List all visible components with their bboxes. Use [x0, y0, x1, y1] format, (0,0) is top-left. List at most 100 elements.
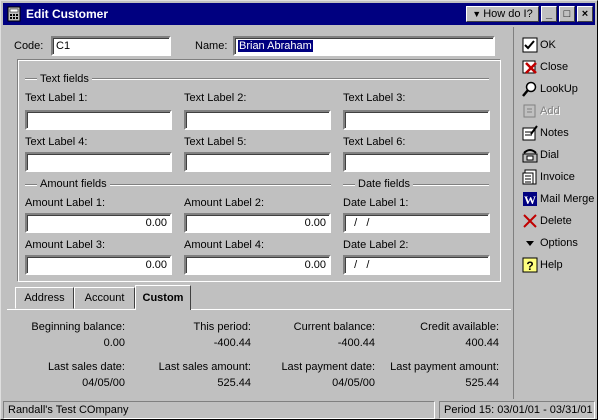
- last-payment-date-value: 04/05/00: [332, 377, 375, 389]
- name-field[interactable]: Brian Abraham: [233, 36, 495, 56]
- checkmark-icon: [522, 37, 538, 53]
- name-value: Brian Abraham: [238, 40, 313, 52]
- options-label: Options: [540, 237, 578, 249]
- notes-button[interactable]: Notes: [522, 123, 569, 143]
- triangle-down-icon: [526, 241, 534, 246]
- date-field-2[interactable]: / /: [343, 255, 490, 275]
- window-title: Edit Customer: [26, 7, 109, 21]
- last-sales-date-value: 04/05/00: [82, 377, 125, 389]
- date-fields-heading: Date fields: [355, 178, 413, 190]
- amount-field-2[interactable]: 0.00: [184, 213, 331, 233]
- code-label: Code:: [14, 40, 44, 52]
- text-fields-separator: [25, 78, 489, 80]
- add-icon: [523, 104, 536, 118]
- invoice-button[interactable]: Invoice: [522, 167, 575, 187]
- minimize-button[interactable]: _: [541, 6, 557, 22]
- tab-account[interactable]: Account: [74, 287, 135, 309]
- amount-label-1: Amount Label 1:: [25, 197, 106, 209]
- beginning-balance-value: 0.00: [103, 337, 125, 349]
- text-label-4: Text Label 4:: [25, 136, 88, 148]
- last-sales-amount-value: 525.44: [217, 377, 251, 389]
- amount-fields-heading: Amount fields: [37, 178, 110, 190]
- credit-available-value: 400.44: [465, 337, 499, 349]
- tab-custom[interactable]: Custom: [135, 285, 191, 310]
- notes-icon: [522, 125, 538, 141]
- text-label-2: Text Label 2:: [184, 92, 247, 104]
- code-field[interactable]: C1: [51, 36, 171, 56]
- text-fields-heading: Text fields: [37, 73, 92, 85]
- how-do-i-button[interactable]: ▼ How do I?: [466, 6, 539, 22]
- maximize-button[interactable]: □: [559, 6, 575, 22]
- notes-label: Notes: [540, 127, 569, 139]
- amount-label-2: Amount Label 2:: [184, 197, 265, 209]
- invoice-icon: [522, 169, 537, 185]
- help-icon: ?: [522, 257, 538, 273]
- lookup-button[interactable]: LookUp: [522, 79, 578, 99]
- title-bar: Edit Customer ▼ How do I? _ □ ×: [3, 3, 595, 25]
- lookup-label: LookUp: [540, 83, 578, 95]
- text-field-3[interactable]: [343, 110, 490, 130]
- last-payment-date-label: Last payment date:: [281, 361, 375, 373]
- amount-field-1[interactable]: 0.00: [25, 213, 172, 233]
- close-window-button[interactable]: ×: [577, 6, 593, 22]
- beginning-balance-label: Beginning balance:: [31, 321, 125, 333]
- last-payment-amount-label: Last payment amount:: [390, 361, 499, 373]
- delete-button[interactable]: Delete: [522, 211, 572, 231]
- text-label-1: Text Label 1:: [25, 92, 88, 104]
- this-period-value: -400.44: [213, 337, 251, 349]
- close-button[interactable]: Close: [522, 57, 568, 77]
- text-field-1[interactable]: [25, 110, 172, 130]
- svg-text:W: W: [524, 193, 536, 207]
- ok-label: OK: [540, 39, 556, 51]
- text-field-5[interactable]: [184, 152, 331, 172]
- dial-button[interactable]: Dial: [522, 145, 559, 165]
- command-panel: OK Close LookUp Add Notes Dial Invoice W: [513, 27, 597, 399]
- options-button[interactable]: Options: [522, 233, 578, 253]
- app-icon: [7, 6, 21, 22]
- date-label-2: Date Label 2:: [343, 239, 409, 251]
- last-sales-amount-label: Last sales amount:: [158, 361, 251, 373]
- amount-field-3[interactable]: 0.00: [25, 255, 172, 275]
- date-field-1[interactable]: / /: [343, 213, 490, 233]
- add-button[interactable]: Add: [522, 101, 560, 121]
- ok-button[interactable]: OK: [522, 35, 556, 55]
- magnifier-icon: [522, 81, 537, 97]
- text-label-3: Text Label 3:: [343, 92, 406, 104]
- word-icon: W: [523, 192, 537, 207]
- how-do-i-label: How do I?: [483, 8, 533, 20]
- name-label: Name:: [195, 40, 228, 52]
- text-field-2[interactable]: [184, 110, 331, 130]
- delete-icon: [523, 214, 537, 228]
- close-label: Close: [540, 61, 569, 73]
- status-bar: Randall's Test COmpany Period 15: 03/01/…: [3, 401, 595, 419]
- delete-label: Delete: [540, 215, 572, 227]
- current-balance-value: -400.44: [337, 337, 375, 349]
- this-period-label: This period:: [193, 321, 251, 333]
- close-icon: [522, 60, 537, 74]
- current-balance-label: Current balance:: [293, 321, 375, 333]
- last-payment-amount-value: 525.44: [465, 377, 499, 389]
- add-label: Add: [540, 105, 560, 117]
- svg-text:?: ?: [526, 259, 533, 273]
- last-sales-date-label: Last sales date:: [47, 361, 125, 373]
- text-label-6: Text Label 6:: [343, 136, 406, 148]
- text-label-5: Text Label 5:: [184, 136, 247, 148]
- text-field-6[interactable]: [343, 152, 490, 172]
- edit-customer-window: Edit Customer ▼ How do I? _ □ × Code: C1…: [0, 0, 598, 420]
- tab-strip-line: [7, 309, 511, 310]
- dial-label: Dial: [540, 149, 559, 161]
- phone-icon: [522, 149, 538, 163]
- triangle-down-icon: ▼: [472, 9, 482, 19]
- period-status: Period 15: 03/01/01 - 03/31/01: [439, 401, 595, 419]
- company-status: Randall's Test COmpany: [3, 401, 435, 419]
- amount-field-4[interactable]: 0.00: [184, 255, 331, 275]
- mail-merge-button[interactable]: W Mail Merge: [522, 189, 594, 209]
- help-button[interactable]: ? Help: [522, 255, 563, 275]
- date-label-1: Date Label 1:: [343, 197, 409, 209]
- credit-available-label: Credit available:: [420, 321, 499, 333]
- amount-label-3: Amount Label 3:: [25, 239, 106, 251]
- tab-address[interactable]: Address: [15, 287, 74, 309]
- invoice-label: Invoice: [540, 171, 575, 183]
- text-field-4[interactable]: [25, 152, 172, 172]
- amount-label-4: Amount Label 4:: [184, 239, 265, 251]
